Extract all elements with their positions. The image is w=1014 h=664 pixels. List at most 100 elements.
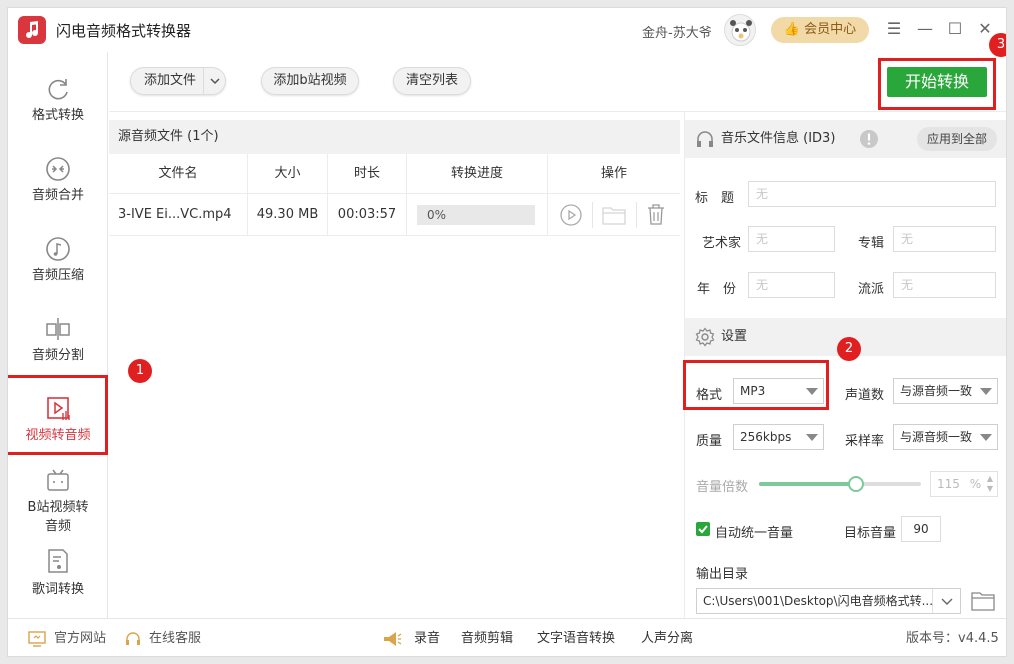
output-path: C:\Users\001\Desktop\闪电音频格式转... — [703, 594, 934, 608]
title-bar: 闪电音频格式转换器 金舟-苏大爷 👍 会员中心 ☰ — ☐ ✕ — [8, 8, 1006, 52]
minimize-icon[interactable]: — — [915, 18, 935, 40]
app-window: 闪电音频格式转换器 金舟-苏大爷 👍 会员中心 ☰ — ☐ ✕ 格式转换 音频合并… — [7, 7, 1007, 657]
menu-icon[interactable]: ☰ — [884, 18, 904, 40]
quality-value: 256kbps — [740, 430, 792, 444]
vip-center-button[interactable]: 👍 会员中心 — [771, 17, 869, 43]
apply-all-button[interactable]: 应用到全部 — [917, 127, 997, 151]
version-text: 版本号：v4.4.5 — [906, 631, 999, 646]
monitor-icon — [28, 631, 46, 647]
bottom-bar: 官方网站 在线客服 录音 音频剪辑 文字语音转换 人声分离 版本号：v4.4.5 — [8, 618, 1006, 656]
volume-input[interactable]: 115 % ▲ ▼ — [930, 471, 998, 497]
thumb-up-icon: 👍 — [783, 22, 801, 37]
channels-value: 与源音频一致 — [900, 384, 973, 398]
volume-label: 音量倍数 — [696, 480, 749, 495]
artist-label: 艺术家 — [702, 236, 742, 251]
vocal-separation-link[interactable]: 人声分离 — [641, 631, 693, 647]
support-link[interactable]: 在线客服 — [149, 631, 201, 647]
file-list-header: 源音频文件 (1个) — [109, 120, 680, 154]
volume-unit: % — [969, 477, 982, 491]
genre-field[interactable]: 无 — [893, 272, 996, 298]
add-file-label: 添加文件 — [144, 73, 197, 88]
add-file-button[interactable]: 添加文件 — [130, 67, 226, 95]
spinner-icon[interactable]: ▲ ▼ — [987, 474, 993, 494]
lyrics-icon — [48, 549, 68, 573]
caret-down-icon — [806, 434, 818, 441]
target-volume-input[interactable]: 90 — [901, 516, 941, 542]
play-icon[interactable] — [560, 204, 582, 226]
sidebar-item-merge[interactable]: 音频合并 — [8, 142, 108, 222]
settings-title: 设置 — [721, 329, 748, 344]
annotation-badge-2: 2 — [837, 337, 861, 361]
sidebar-item-format-convert[interactable]: 格式转换 — [8, 62, 108, 142]
column-header: 转换进度 — [407, 154, 548, 194]
progress-bar: 0% — [417, 205, 535, 225]
album-field[interactable]: 无 — [893, 226, 996, 252]
maximize-icon[interactable]: ☐ — [945, 18, 965, 40]
file-table-header: 文件名 大小 时长 转换进度 操作 — [109, 154, 680, 194]
refresh-icon — [48, 79, 68, 100]
toolbar: 添加文件 添加b站视频 清空列表 开始转换 — [109, 52, 1006, 112]
sidebar-item-bilibili[interactable]: B站视频转音频 — [8, 460, 108, 540]
file-list: 源音频文件 (1个) 文件名 大小 时长 转换进度 操作 3-IVE Ei...… — [109, 120, 680, 618]
year-field[interactable]: 无 — [748, 272, 835, 298]
volume-slider-fill — [759, 482, 857, 486]
volume-value: 115 — [937, 477, 960, 491]
audio-edit-link[interactable]: 音频剪辑 — [461, 631, 513, 647]
annotation-box-1 — [8, 375, 108, 455]
info-icon[interactable] — [859, 129, 879, 149]
actions-cell — [548, 194, 680, 236]
auto-volume-checkbox[interactable] — [696, 522, 710, 536]
samplerate-value: 与源音频一致 — [900, 430, 973, 444]
record-link[interactable]: 录音 — [414, 631, 440, 647]
volume-slider[interactable] — [759, 476, 921, 492]
trash-icon[interactable] — [646, 203, 666, 225]
annotation-box-3 — [878, 58, 996, 110]
id3-section-header: 音乐文件信息 (ID3) 应用到全部 — [685, 120, 1006, 158]
output-label: 输出目录 — [696, 567, 749, 582]
sidebar: 格式转换 音频合并 音频压缩 音频分割 视频转音频 B站视频转音频 歌词转换 — [8, 52, 108, 618]
caret-down-icon — [980, 388, 992, 395]
sidebar-item-split[interactable]: 音频分割 — [8, 302, 108, 382]
headset-icon — [126, 632, 140, 645]
tts-link[interactable]: 文字语音转换 — [537, 631, 615, 647]
chevron-down-icon[interactable] — [203, 68, 225, 94]
quality-select[interactable]: 256kbps — [733, 424, 824, 450]
quality-label: 质量 — [696, 434, 723, 449]
volume-slider-handle[interactable] — [848, 476, 865, 492]
sidebar-item-label: 歌词转换 — [31, 582, 84, 597]
check-icon — [698, 525, 708, 534]
music-note-icon — [46, 237, 70, 261]
title-field[interactable]: 无 — [748, 181, 996, 207]
output-path-select[interactable]: C:\Users\001\Desktop\闪电音频格式转... — [696, 588, 961, 614]
headphones-icon — [697, 131, 713, 147]
target-volume-label: 目标音量 — [844, 526, 897, 541]
website-link[interactable]: 官方网站 — [54, 631, 106, 647]
artist-field[interactable]: 无 — [748, 226, 835, 252]
sidebar-item-compress[interactable]: 音频压缩 — [8, 222, 108, 302]
channels-select[interactable]: 与源音频一致 — [893, 378, 998, 404]
folder-icon[interactable] — [602, 205, 626, 225]
table-row[interactable]: 3-IVE Ei...VC.mp4 49.30 MB 00:03:57 0% — [109, 194, 680, 236]
samplerate-select[interactable]: 与源音频一致 — [893, 424, 998, 450]
clear-list-button[interactable]: 清空列表 — [393, 67, 471, 95]
genre-label: 流派 — [858, 282, 885, 297]
channels-label: 声道数 — [845, 388, 885, 403]
title-label: 标 题 — [695, 191, 735, 206]
vip-center-label: 会员中心 — [804, 22, 857, 37]
app-title: 闪电音频格式转换器 — [56, 22, 192, 40]
album-label: 专辑 — [858, 236, 885, 251]
sidebar-item-label: B站视频转音频 — [27, 500, 89, 534]
sidebar-item-label: 音频合并 — [31, 188, 84, 203]
samplerate-label: 采样率 — [845, 434, 885, 449]
progress-text: 0% — [427, 208, 447, 222]
browse-folder-icon[interactable] — [971, 591, 995, 611]
annotation-badge-1: 1 — [128, 359, 152, 383]
column-header: 文件名 — [109, 154, 248, 194]
add-bilibili-button[interactable]: 添加b站视频 — [261, 67, 359, 95]
avatar[interactable] — [724, 14, 756, 46]
user-name[interactable]: 金舟-苏大爷 — [642, 22, 712, 41]
sidebar-item-lyrics[interactable]: 歌词转换 — [8, 540, 108, 620]
sidebar-item-label: 格式转换 — [31, 108, 84, 123]
chevron-down-icon[interactable] — [932, 589, 960, 613]
annotation-badge-3: 3 — [989, 33, 1006, 57]
